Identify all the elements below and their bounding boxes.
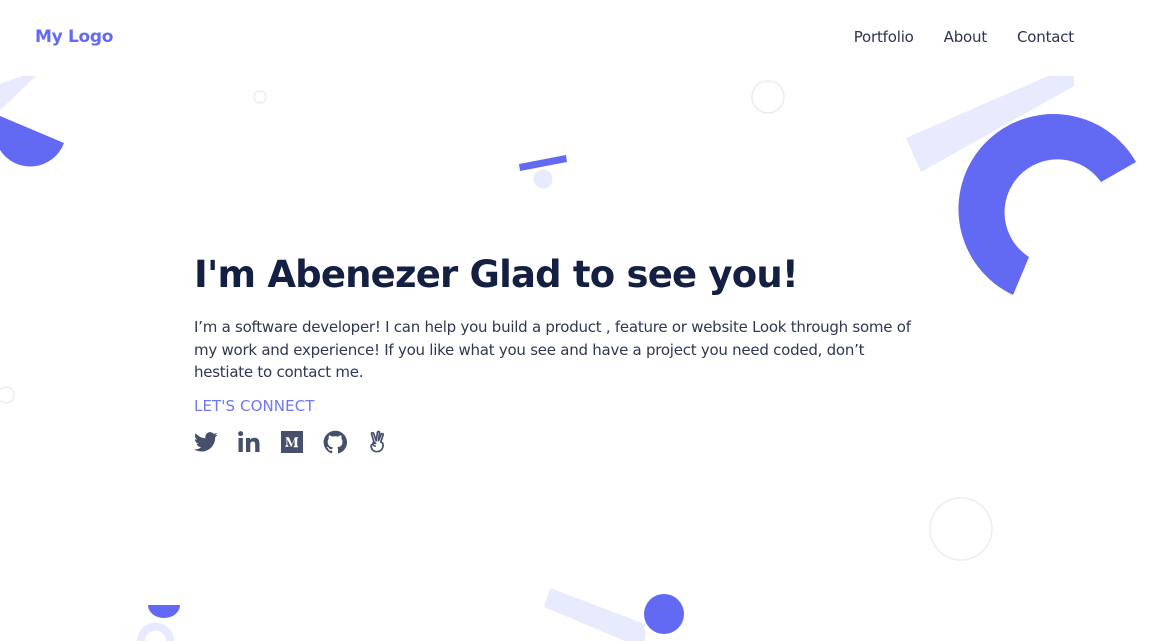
linkedin-icon [238,430,260,452]
hero-title: I'm Abenezer Glad to see you! [194,253,799,296]
small-ring-shape [253,90,267,104]
light-stripe-shape [0,76,36,110]
arc-shape [958,114,1136,295]
medium-icon [281,430,303,453]
light-half-ring-shape [137,622,174,641]
nav-link-portfolio[interactable]: Portfolio [854,28,914,46]
light-stripe-shape [906,76,1074,172]
edge-ring-shape [0,386,15,404]
lets-connect-link[interactable]: LET'S CONNECT [194,397,315,415]
hero-description: I’m a software developer! I can help you… [194,318,911,381]
light-stripe-shape [544,588,645,641]
half-circle-shape [0,116,64,167]
twitter-link[interactable] [194,430,218,454]
social-links [194,430,934,454]
nav-link-contact[interactable]: Contact [1017,28,1074,46]
medium-link[interactable] [280,430,304,454]
nav-link-about[interactable]: About [944,28,988,46]
angellist-link[interactable] [366,430,390,454]
light-dot-shape [533,169,553,189]
accent-bar-shape [519,155,567,171]
main-nav: Portfolio About Contact [854,28,1074,46]
large-ring-shape [929,497,993,561]
twitter-icon [194,431,218,451]
logo-link[interactable]: My Logo [35,27,113,47]
small-half-circle-shape [148,605,180,618]
accent-dot-shape [644,594,684,634]
angellist-icon [370,430,385,453]
linkedin-link[interactable] [237,430,261,454]
site-header: My Logo Portfolio About Contact [0,0,1152,76]
github-icon [323,430,347,453]
hero-section: I'm Abenezer Glad to see you! I’m a soft… [194,252,934,454]
github-link[interactable] [323,430,347,454]
ring-shape [751,80,785,114]
